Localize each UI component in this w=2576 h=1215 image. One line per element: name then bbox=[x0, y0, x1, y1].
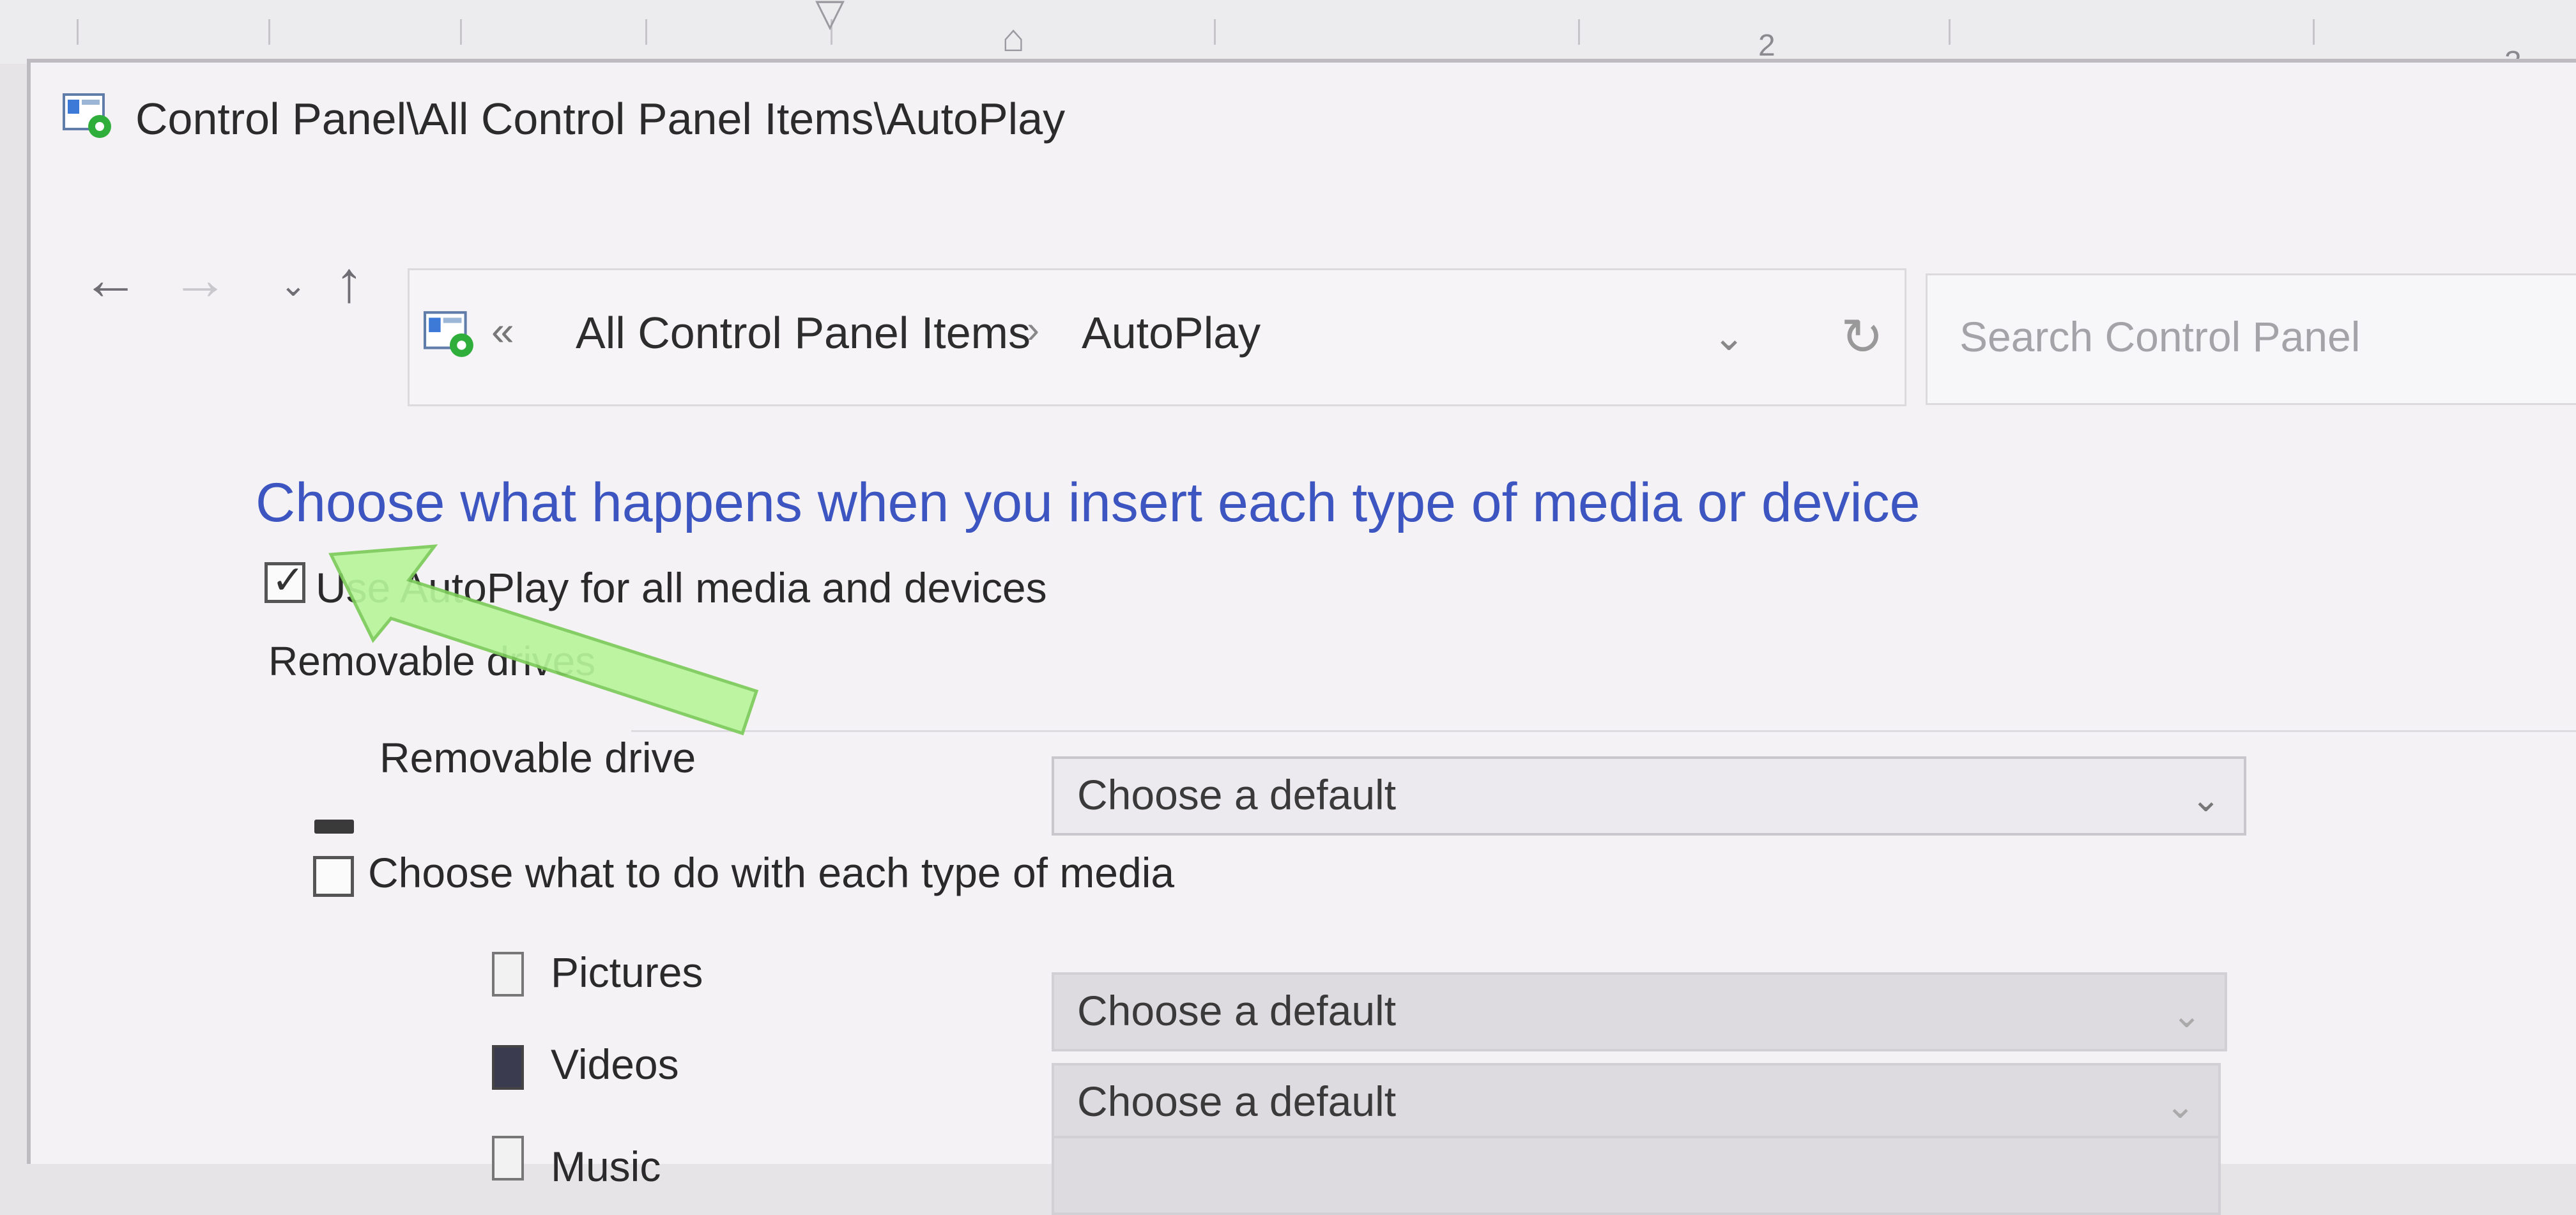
ruler-tick bbox=[460, 19, 462, 45]
address-dropdown-icon[interactable]: ⌄ bbox=[1713, 315, 1745, 360]
removable-drives-heading: Removable drives bbox=[268, 638, 596, 684]
control-panel-window: Control Panel\All Control Panel Items\Au… bbox=[27, 59, 2576, 1215]
ruler-tick bbox=[268, 19, 270, 45]
section-divider bbox=[631, 730, 2576, 732]
pictures-value: Choose a default bbox=[1077, 987, 1397, 1034]
title-bar: Control Panel\All Control Panel Items\Au… bbox=[31, 63, 2576, 178]
ruler-number: 2 bbox=[1758, 29, 1775, 63]
pictures-select[interactable]: Choose a default ⌄ bbox=[1052, 972, 2227, 1051]
control-panel-icon bbox=[424, 311, 473, 357]
arrow-left-icon[interactable]: ← bbox=[82, 248, 139, 312]
music-icon bbox=[492, 1136, 524, 1181]
ruler-tick bbox=[1578, 19, 1580, 45]
ruler-tick bbox=[1214, 19, 1216, 45]
videos-icon bbox=[492, 1045, 524, 1090]
ruler-tick bbox=[77, 19, 79, 45]
search-input[interactable]: Search Control Panel bbox=[1926, 273, 2576, 405]
ruler-tick bbox=[645, 19, 647, 45]
page-heading: Choose what happens when you insert each… bbox=[256, 472, 1920, 533]
media-label-videos: Videos bbox=[551, 1041, 679, 1088]
address-bar[interactable]: « All Control Panel Items › AutoPlay ⌄ ↻ bbox=[408, 268, 1906, 406]
window-title: Control Panel\All Control Panel Items\Au… bbox=[135, 94, 1066, 144]
chevron-down-icon: ⌄ bbox=[2191, 779, 2221, 819]
removable-drive-select[interactable]: Choose a default ⌄ bbox=[1052, 756, 2246, 836]
ruler-indent-marker[interactable]: ▽ bbox=[815, 0, 845, 32]
use-autoplay-label[interactable]: Use AutoPlay for all media and devices bbox=[316, 563, 1047, 612]
refresh-icon[interactable]: ↻ bbox=[1841, 307, 1883, 367]
removable-drive-icon bbox=[314, 820, 354, 834]
media-label-pictures: Pictures bbox=[551, 949, 703, 996]
choose-each-media-checkbox[interactable] bbox=[313, 856, 354, 897]
chevron-down-icon: ⌄ bbox=[2172, 995, 2202, 1035]
use-autoplay-checkbox[interactable]: ✓ bbox=[264, 558, 305, 603]
breadcrumb-separator[interactable]: › bbox=[1027, 307, 1039, 351]
control-panel-icon bbox=[63, 93, 111, 138]
media-label-music: Music bbox=[551, 1143, 661, 1190]
ruler-tick bbox=[1949, 19, 1951, 45]
arrow-right-icon[interactable]: → bbox=[171, 248, 229, 312]
chevron-down-icon[interactable]: ⌄ bbox=[280, 253, 307, 317]
choose-each-media-label[interactable]: Choose what to do with each type of medi… bbox=[368, 848, 1174, 897]
videos-value: Choose a default bbox=[1077, 1078, 1397, 1125]
breadcrumb-all-items[interactable]: All Control Panel Items bbox=[576, 307, 1031, 358]
pictures-icon bbox=[492, 952, 524, 997]
navigation-bar: ← → ⌄ ↑ « All Control Panel Items › Auto… bbox=[31, 210, 2576, 406]
ruler-tab-marker[interactable]: ⌂ bbox=[1002, 19, 1025, 57]
document-ruler: ▽ ⌂ 2 3 bbox=[0, 0, 2576, 79]
chevron-down-icon: ⌄ bbox=[2165, 1085, 2195, 1126]
videos-select[interactable]: Choose a default ⌄ bbox=[1052, 1063, 2221, 1142]
checkmark-icon: ✓ bbox=[272, 558, 305, 602]
breadcrumb-overflow-icon[interactable]: « bbox=[491, 307, 514, 355]
search-placeholder: Search Control Panel bbox=[1959, 313, 2361, 360]
removable-drive-value: Choose a default bbox=[1077, 771, 1397, 818]
breadcrumb-autoplay[interactable]: AutoPlay bbox=[1082, 307, 1261, 358]
removable-drive-label: Removable drive bbox=[379, 734, 696, 781]
arrow-up-icon[interactable]: ↑ bbox=[335, 250, 364, 314]
music-select[interactable] bbox=[1052, 1136, 2221, 1215]
ruler-tick bbox=[2313, 19, 2315, 45]
